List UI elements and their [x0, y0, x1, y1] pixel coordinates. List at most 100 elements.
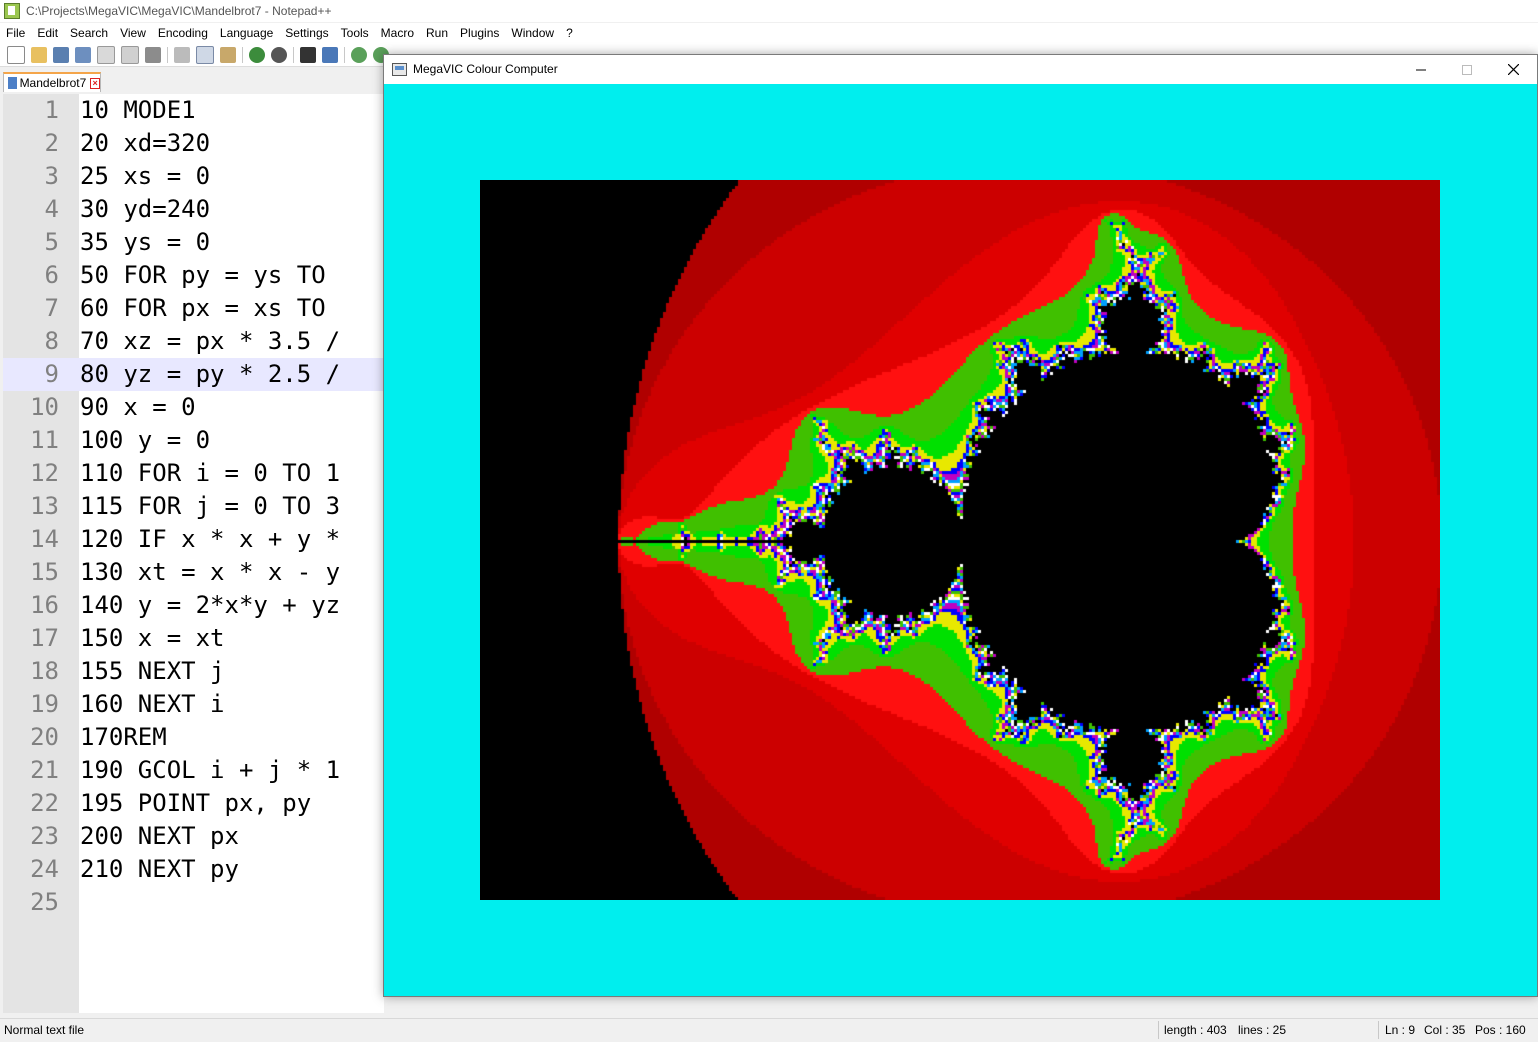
line-text: 140 y = 2*x*y + yz — [80, 591, 341, 619]
maximize-icon[interactable] — [1444, 55, 1490, 84]
line-text: 150 x = xt — [80, 624, 225, 652]
line-text: 190 GCOL i + j * 1 — [80, 756, 341, 784]
toolbar-separator — [344, 46, 345, 63]
line-text: 120 IF x * x + y * — [80, 525, 341, 553]
line-number: 16 — [30, 591, 59, 619]
line-text: 195 POINT px, py — [80, 789, 312, 817]
menu-bar: File Edit Search View Encoding Language Settin… — [0, 23, 1538, 43]
code-line[interactable]: 1 10 MODE1 — [3, 94, 384, 127]
line-text: 60 FOR px = xs TO — [80, 294, 326, 322]
code-line[interactable]: 18 155 NEXT j — [3, 655, 384, 688]
code-line[interactable]: 7 60 FOR px = xs TO — [3, 292, 384, 325]
menu-item-file[interactable]: File — [0, 26, 31, 40]
close-icon[interactable] — [1490, 55, 1536, 84]
code-line[interactable]: 20 170REM — [3, 721, 384, 754]
code-line[interactable]: 5 35 ys = 0 — [3, 226, 384, 259]
code-line[interactable]: 10 90 x = 0 — [3, 391, 384, 424]
line-text: 50 FOR py = ys TO — [80, 261, 326, 289]
code-line[interactable]: 2 20 xd=320 — [3, 127, 384, 160]
line-text: 30 yd=240 — [80, 195, 211, 223]
zoom-in-icon[interactable] — [351, 46, 367, 63]
code-line[interactable]: 21 190 GCOL i + j * 1 — [3, 754, 384, 787]
notepad-app-icon — [4, 3, 20, 19]
close-tab-icon[interactable]: × — [90, 77, 100, 89]
line-number: 1 — [44, 96, 59, 124]
line-number: 2 — [44, 129, 59, 157]
line-text: 100 y = 0 — [80, 426, 211, 454]
menu-item-run[interactable]: Run — [420, 26, 454, 40]
print-icon[interactable] — [145, 46, 161, 63]
line-number: 24 — [30, 855, 59, 883]
line-number: 14 — [30, 525, 59, 553]
code-line[interactable]: 12 110 FOR i = 0 TO 1 — [3, 457, 384, 490]
code-line[interactable]: 19 160 NEXT i — [3, 688, 384, 721]
line-text: 200 NEXT px — [80, 822, 239, 850]
save-all-icon[interactable] — [75, 46, 91, 63]
line-text: 115 FOR j = 0 TO 3 — [80, 492, 341, 520]
menu-item-edit[interactable]: Edit — [31, 26, 64, 40]
undo-icon[interactable] — [249, 46, 265, 63]
menu-item-macro[interactable]: Macro — [375, 26, 420, 40]
code-line[interactable]: 25 — [3, 886, 384, 919]
code-line[interactable]: 6 50 FOR py = ys TO — [3, 259, 384, 292]
line-number: 21 — [30, 756, 59, 784]
code-line[interactable]: 17 150 x = xt — [3, 622, 384, 655]
code-line[interactable]: 22 195 POINT px, py — [3, 787, 384, 820]
code-line[interactable]: 4 30 yd=240 — [3, 193, 384, 226]
status-separator — [1378, 1021, 1379, 1039]
code-line[interactable]: 15 130 xt = x * x - y — [3, 556, 384, 589]
line-number: 18 — [30, 657, 59, 685]
minimize-icon[interactable] — [1398, 55, 1444, 84]
menu-item-view[interactable]: View — [114, 26, 152, 40]
code-line[interactable]: 16 140 y = 2*x*y + yz — [3, 589, 384, 622]
line-text: 35 ys = 0 — [80, 228, 211, 256]
find-icon[interactable] — [300, 46, 316, 63]
code-line[interactable]: 11 100 y = 0 — [3, 424, 384, 457]
line-number: 6 — [44, 261, 59, 289]
tab-mandelbrot7[interactable]: Mandelbrot7 × — [3, 72, 101, 92]
redo-icon[interactable] — [271, 46, 287, 63]
file-tab-icon — [8, 77, 17, 89]
menu-item-window[interactable]: Window — [505, 26, 560, 40]
menu-item-settings[interactable]: Settings — [279, 26, 334, 40]
line-text: 70 xz = px * 3.5 / — [80, 327, 341, 355]
code-line[interactable]: 24 210 NEXT py — [3, 853, 384, 886]
menu-item-plugins[interactable]: Plugins — [454, 26, 505, 40]
replace-icon[interactable] — [322, 46, 338, 63]
code-line[interactable]: 13 115 FOR j = 0 TO 3 — [3, 490, 384, 523]
line-text: 170REM — [80, 723, 167, 751]
menu-item-encoding[interactable]: Encoding — [152, 26, 214, 40]
line-number: 10 — [30, 393, 59, 421]
toolbar-separator — [167, 46, 168, 63]
line-text: 130 xt = x * x - y — [80, 558, 341, 586]
line-text: 80 yz = py * 2.5 / — [80, 360, 341, 388]
save-icon[interactable] — [53, 46, 69, 63]
code-line[interactable]: 9 80 yz = py * 2.5 / — [3, 358, 384, 391]
menu-item-search[interactable]: Search — [64, 26, 114, 40]
menu-item-tools[interactable]: Tools — [335, 26, 375, 40]
megavic-window-title: MegaVIC Colour Computer — [413, 62, 558, 76]
new-file-icon[interactable] — [7, 45, 25, 64]
code-line[interactable]: 8 70 xz = px * 3.5 / — [3, 325, 384, 358]
line-number: 8 — [44, 327, 59, 355]
line-text: 25 xs = 0 — [80, 162, 211, 190]
status-bar: Normal text file length : 403 lines : 25… — [0, 1018, 1538, 1042]
toolbar-separator — [293, 46, 294, 63]
code-line[interactable]: 14 120 IF x * x + y * — [3, 523, 384, 556]
megavic-title-bar[interactable]: MegaVIC Colour Computer — [384, 55, 1537, 84]
menu-item-language[interactable]: Language — [214, 26, 279, 40]
line-number: 23 — [30, 822, 59, 850]
code-line[interactable]: 3 25 xs = 0 — [3, 160, 384, 193]
copy-icon[interactable] — [196, 45, 214, 64]
close-file-icon[interactable] — [97, 45, 115, 64]
megavic-window: MegaVIC Colour Computer — [383, 54, 1538, 997]
close-all-icon[interactable] — [121, 45, 139, 64]
code-line[interactable]: 23 200 NEXT px — [3, 820, 384, 853]
menu-item-help[interactable]: ? — [560, 26, 579, 40]
code-editor[interactable]: 1 10 MODE1 2 20 xd=320 3 25 xs = 0 4 30 yd=240 5… — [3, 94, 384, 1013]
paste-icon[interactable] — [220, 46, 236, 63]
line-number: 12 — [30, 459, 59, 487]
line-text: 90 x = 0 — [80, 393, 196, 421]
cut-icon[interactable] — [174, 46, 190, 63]
open-file-icon[interactable] — [31, 46, 47, 63]
